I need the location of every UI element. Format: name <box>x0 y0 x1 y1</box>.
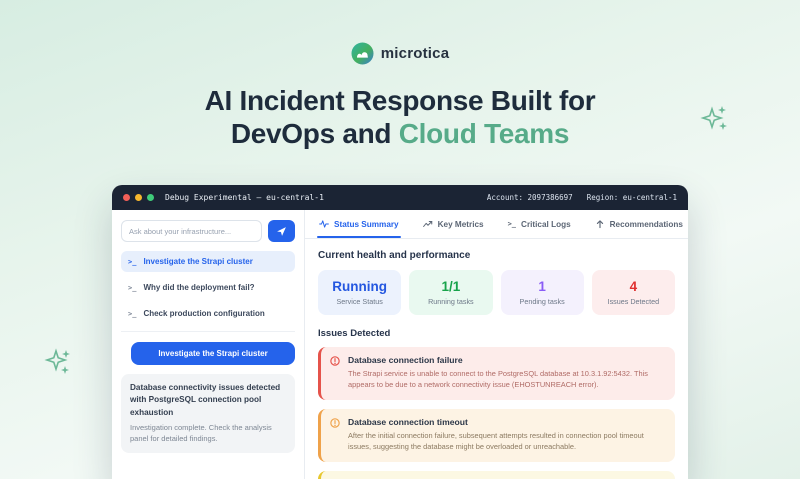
page-title: AI Incident Response Built for DevOps an… <box>0 84 800 150</box>
trend-line-icon <box>423 219 433 229</box>
stat-value: 1 <box>505 279 580 294</box>
analysis-panel: Status Summary Key Metrics >_ Critical L… <box>305 210 688 479</box>
status-summary-content: Current health and performance Running S… <box>305 239 688 479</box>
stat-service-status: Running Service Status <box>318 270 401 315</box>
suggestion-label: Investigate the Strapi cluster <box>143 257 252 266</box>
suggestion-list: >_ Investigate the Strapi cluster >_ Why… <box>121 251 295 324</box>
tab-bar: Status Summary Key Metrics >_ Critical L… <box>305 210 688 239</box>
hero-line-2-dark: DevOps and <box>231 118 399 149</box>
issues-section-title: Issues Detected <box>318 328 675 339</box>
alert-circle-icon <box>330 356 340 366</box>
issue-card-db-connection-failure: Database connection failure The Strapi s… <box>318 347 675 400</box>
health-section-title: Current health and performance <box>318 250 675 261</box>
close-window-button[interactable] <box>123 194 130 201</box>
tab-label: Critical Logs <box>521 220 571 229</box>
stats-row: Running Service Status 1/1 Running tasks… <box>318 270 675 315</box>
window-meta: Account: 2097386697 Region: eu-central-1 <box>487 193 677 202</box>
paper-plane-icon <box>276 226 287 237</box>
tab-recommendations[interactable]: Recommendations <box>595 210 683 238</box>
stat-label: Issues Detected <box>596 297 671 306</box>
tab-label: Key Metrics <box>438 220 484 229</box>
hero-line-1: AI Incident Response Built for <box>205 85 596 116</box>
minimize-window-button[interactable] <box>135 194 142 201</box>
brand-name: microtica <box>381 45 450 62</box>
hero-line-2-green: Cloud Teams <box>399 118 569 149</box>
stat-label: Service Status <box>322 297 397 306</box>
chat-input-row <box>121 220 295 242</box>
chat-input[interactable] <box>121 220 262 242</box>
sidebar-divider <box>121 331 295 332</box>
suggestion-investigate-strapi[interactable]: >_ Investigate the Strapi cluster <box>121 251 295 272</box>
alert-circle-icon <box>330 418 340 428</box>
microtica-logo-icon <box>351 42 374 65</box>
tab-label: Status Summary <box>334 220 399 229</box>
terminal-prompt-icon: >_ <box>128 310 136 318</box>
issue-card-http-302-redirects: HTTP 302 redirects The service is respon… <box>318 471 675 479</box>
suggestion-check-config[interactable]: >_ Check production configuration <box>121 303 295 324</box>
chat-sidebar: >_ Investigate the Strapi cluster >_ Why… <box>112 210 305 479</box>
stat-running-tasks: 1/1 Running tasks <box>409 270 492 315</box>
send-button[interactable] <box>268 220 295 242</box>
suggestion-deployment-fail[interactable]: >_ Why did the deployment fail? <box>121 277 295 298</box>
issue-title: Database connection failure <box>348 355 665 365</box>
window-title: Debug Experimental — eu-central-1 <box>165 193 324 202</box>
tab-status-summary[interactable]: Status Summary <box>319 210 399 238</box>
region-label: Region: eu-central-1 <box>587 193 677 202</box>
brand-logo: microtica <box>0 42 800 65</box>
issue-body: The Strapi service is unable to connect … <box>348 368 665 391</box>
suggestion-label: Why did the deployment fail? <box>143 283 254 292</box>
terminal-prompt-icon: >_ <box>128 284 136 292</box>
assistant-response-card: Database connectivity issues detected wi… <box>121 374 295 453</box>
tab-label: Recommendations <box>610 220 683 229</box>
issue-body: After the initial connection failure, su… <box>348 430 665 453</box>
response-body: Investigation complete. Check the analys… <box>130 423 286 445</box>
tab-key-metrics[interactable]: Key Metrics <box>423 210 484 238</box>
app-window: Debug Experimental — eu-central-1 Accoun… <box>112 185 688 479</box>
window-body: >_ Investigate the Strapi cluster >_ Why… <box>112 210 688 479</box>
sparkle-icon <box>700 102 734 136</box>
sparkle-icon <box>44 346 78 380</box>
terminal-prompt-icon: >_ <box>128 258 136 266</box>
window-titlebar: Debug Experimental — eu-central-1 Accoun… <box>112 185 688 210</box>
issue-title: Database connection timeout <box>348 417 665 427</box>
stat-value: 1/1 <box>413 279 488 294</box>
user-message-bubble[interactable]: Investigate the Strapi cluster <box>131 342 295 365</box>
stat-value: Running <box>322 279 397 294</box>
activity-pulse-icon <box>319 219 329 229</box>
stat-label: Running tasks <box>413 297 488 306</box>
stat-issues-detected: 4 Issues Detected <box>592 270 675 315</box>
stat-pending-tasks: 1 Pending tasks <box>501 270 584 315</box>
suggestion-label: Check production configuration <box>143 309 264 318</box>
landing-page: microtica AI Incident Response Built for… <box>0 0 800 479</box>
stat-label: Pending tasks <box>505 297 580 306</box>
response-title: Database connectivity issues detected wi… <box>130 382 286 419</box>
tab-critical-logs[interactable]: >_ Critical Logs <box>508 210 571 238</box>
arrow-up-icon <box>595 219 605 229</box>
account-label: Account: 2097386697 <box>487 193 573 202</box>
maximize-window-button[interactable] <box>147 194 154 201</box>
stat-value: 4 <box>596 279 671 294</box>
issue-card-db-connection-timeout: Database connection timeout After the in… <box>318 409 675 462</box>
terminal-prompt-icon: >_ <box>508 220 516 228</box>
